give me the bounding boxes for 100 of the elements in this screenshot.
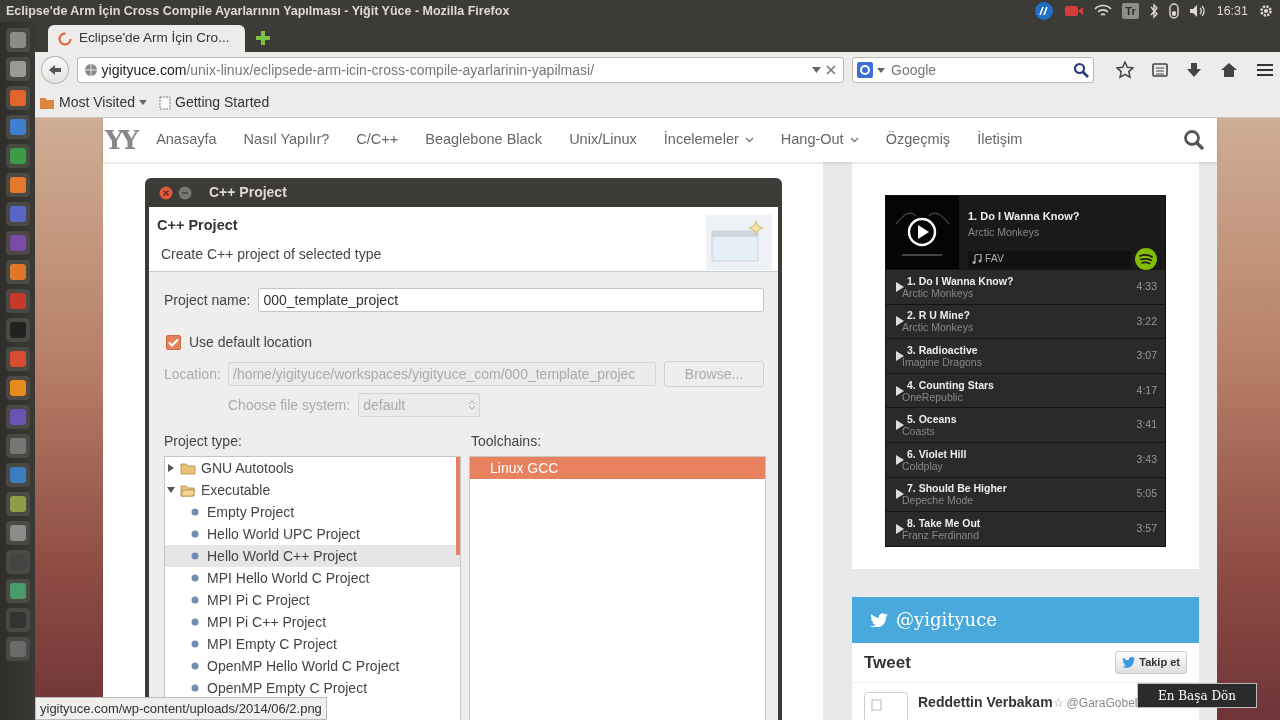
track-title: 2. R U Mine?	[907, 309, 971, 322]
track-duration: 3:22	[1136, 313, 1157, 329]
tree-item[interactable]: Executable	[165, 479, 460, 501]
nav-link[interactable]: Beaglebone Black	[425, 129, 543, 151]
checkbox[interactable]	[166, 335, 181, 350]
site-logo[interactable]: YY	[105, 120, 137, 160]
launcher-app-icon[interactable]	[5, 289, 30, 313]
nav-link[interactable]: C/C++	[356, 129, 399, 151]
track-row[interactable]: 2. R U Mine? Arctic Monkeys 3:22	[886, 303, 1165, 339]
spotify-logo-icon[interactable]	[1135, 248, 1157, 271]
launcher-app-icon[interactable]	[5, 376, 30, 400]
nav-link[interactable]: Nasıl Yapılır?	[243, 129, 330, 151]
search-bar[interactable]: Google	[852, 57, 1094, 83]
tree-item[interactable]: Hello World UPC Project	[165, 523, 460, 545]
scrollbar-thumb[interactable]	[456, 457, 460, 555]
nav-link[interactable]: Hang-Out	[780, 129, 859, 151]
track-row[interactable]: 6. Violet Hill Coldplay 3:43	[886, 441, 1165, 477]
nav-link[interactable]: Unix/Linux	[569, 129, 637, 151]
track-row[interactable]: 3. Radioactive Imagine Dragons 3:07	[886, 338, 1165, 373]
menu-icon[interactable]	[1256, 62, 1274, 78]
track-row[interactable]: 4. Counting Stars OneRepublic 4:17	[886, 372, 1165, 408]
launcher-app-icon[interactable]	[5, 637, 30, 661]
play-icon[interactable]	[896, 420, 904, 431]
volume-icon[interactable]	[1188, 4, 1207, 18]
clear-icon[interactable]	[825, 64, 837, 76]
play-icon[interactable]	[896, 281, 904, 292]
minimize-icon[interactable]	[178, 185, 192, 200]
launcher-app-icon[interactable]	[5, 57, 30, 81]
track-row[interactable]: 8. Take Me Out Franz Ferdinand 3:57	[886, 511, 1165, 546]
tweet-username[interactable]: @GaraGobel	[1066, 693, 1138, 712]
play-icon[interactable]	[896, 523, 904, 534]
play-icon[interactable]	[896, 454, 904, 465]
launcher-app-icon[interactable]	[5, 260, 30, 284]
bookmark-star-icon[interactable]	[1116, 61, 1134, 79]
settings-icon[interactable]	[1258, 3, 1274, 19]
play-icon[interactable]	[896, 385, 904, 396]
tree-item[interactable]: OpenMP Empty C Project	[165, 677, 460, 699]
search-icon[interactable]	[1183, 129, 1205, 151]
launcher-app-icon[interactable]	[5, 144, 30, 168]
home-icon[interactable]	[1220, 62, 1238, 78]
play-icon[interactable]	[896, 489, 904, 500]
new-tab-icon[interactable]	[255, 30, 271, 46]
nav-link[interactable]: Anasayfa	[156, 129, 217, 151]
tree-item[interactable]: Hello World C++ Project	[165, 545, 460, 567]
collapsed-arrow-icon[interactable]	[167, 464, 175, 472]
close-icon[interactable]	[159, 185, 173, 200]
launcher-app-icon[interactable]	[5, 173, 30, 197]
track-row[interactable]: 1. Do I Wanna Know? Arctic Monkeys 4:33	[886, 269, 1165, 304]
back-button[interactable]	[41, 56, 69, 84]
launcher-app-icon[interactable]	[5, 347, 30, 371]
launcher-app-icon[interactable]	[5, 115, 30, 139]
tree-item[interactable]: MPI Empty C Project	[165, 633, 460, 655]
nav-link[interactable]: Özgeçmiş	[885, 129, 951, 151]
tree-item[interactable]: OpenMP Hello World C Project	[165, 655, 460, 677]
launcher-app-icon[interactable]	[5, 86, 30, 110]
project-name-field[interactable]: 000_template_project	[258, 288, 764, 312]
browser-tab[interactable]: Eclipse'de Arm İçin Cro...	[48, 25, 245, 52]
bookmark-link[interactable]: Most Visited	[39, 92, 147, 113]
launcher-app-icon[interactable]	[5, 579, 30, 603]
track-row[interactable]: 7. Should Be Higher Depeche Mode 5:05	[886, 476, 1165, 512]
bullet-icon	[191, 530, 199, 538]
tree-item[interactable]: MPI Hello World C Project	[165, 567, 460, 589]
search-icon[interactable]	[1073, 62, 1089, 78]
tweet-author[interactable]: Reddettin Verbakam	[918, 691, 1053, 713]
track-row[interactable]: 5. Oceans Coasts 3:41	[886, 407, 1165, 442]
playlist-field[interactable]: FAV	[968, 250, 1131, 268]
play-icon[interactable]	[896, 316, 904, 327]
bluetooth-icon[interactable]	[1148, 3, 1159, 19]
back-to-top-button[interactable]: En Başa Dön	[1137, 683, 1257, 708]
launcher-app-icon[interactable]	[5, 463, 30, 487]
wifi-icon[interactable]	[1094, 4, 1113, 18]
nav-link[interactable]: İletişim	[977, 129, 1023, 151]
tree-item[interactable]: MPI Pi C Project	[165, 589, 460, 611]
launcher-app-icon[interactable]	[5, 492, 30, 516]
search-field[interactable]: Google	[889, 58, 1069, 82]
launcher-app-icon[interactable]	[5, 521, 30, 545]
track-artist: OneRepublic	[902, 390, 963, 403]
clock[interactable]: 16:31	[1216, 1, 1248, 21]
play-icon[interactable]	[896, 351, 904, 361]
download-icon[interactable]	[1186, 62, 1202, 78]
launcher-app-icon[interactable]	[5, 28, 30, 52]
tree-item[interactable]: Empty Project	[165, 501, 460, 523]
bullet-icon	[191, 508, 199, 516]
launcher-app-icon[interactable]	[5, 202, 30, 226]
launcher-app-icon[interactable]	[5, 434, 30, 458]
chevron-down-icon	[744, 137, 754, 143]
expanded-arrow-icon[interactable]	[167, 486, 175, 494]
search-engine-icon[interactable]	[857, 62, 873, 78]
mouse-battery-icon[interactable]	[1168, 3, 1179, 19]
section-label: Project type:	[164, 432, 243, 451]
nav-link[interactable]: İncelemeler	[663, 129, 754, 151]
bookmark-link[interactable]: Getting Started	[159, 92, 270, 113]
tree-item[interactable]: GNU Autotools	[165, 457, 460, 479]
keyboard-layout-indicator[interactable]: Tr	[1122, 2, 1139, 20]
follow-button[interactable]: Takip et	[1115, 651, 1187, 674]
reading-list-icon[interactable]	[1152, 62, 1168, 78]
caret-icon[interactable]	[877, 67, 885, 73]
dropdown-caret-icon[interactable]	[812, 67, 821, 73]
address-bar[interactable]: yigityuce.com/unix-linux/eclipsede-arm-icin-cross-compile-ayarlarinin-yapilmasi/	[76, 57, 844, 83]
tree-item[interactable]: MPI Pi C++ Project	[165, 611, 460, 633]
